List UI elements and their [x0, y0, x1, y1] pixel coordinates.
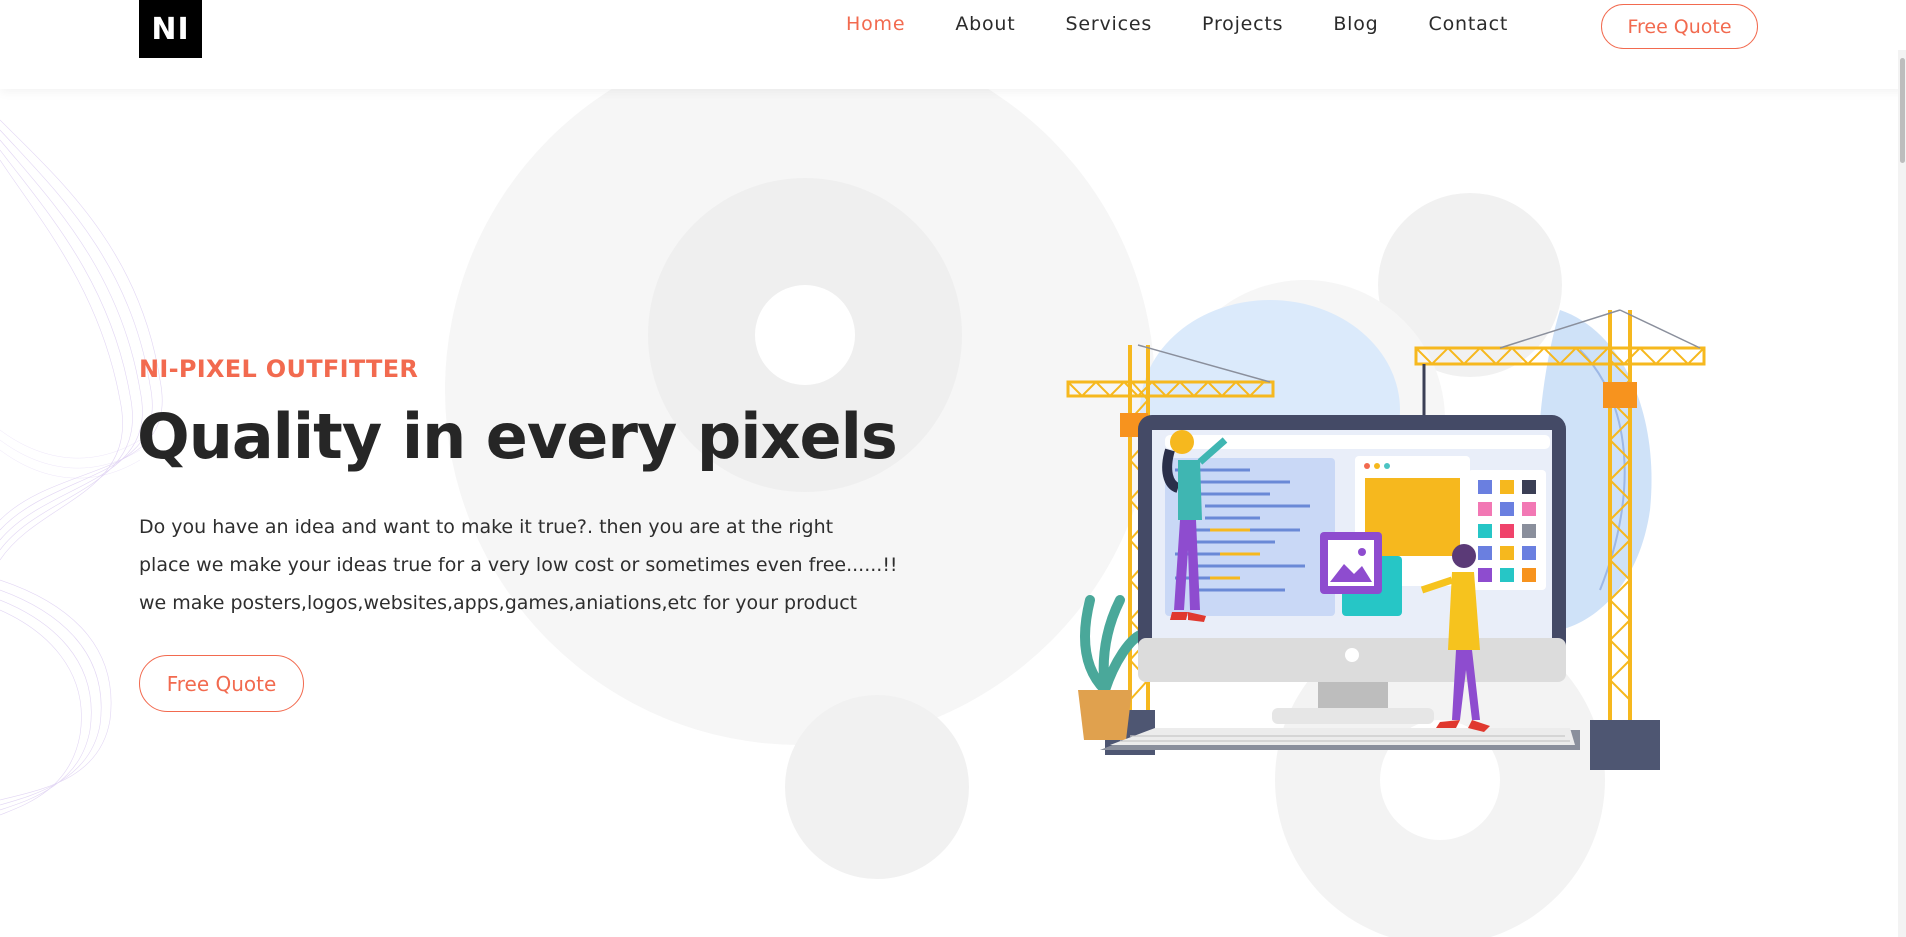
page-scrollbar[interactable] [1898, 50, 1906, 937]
hero-description-line: place we make your ideas true for a very… [139, 554, 898, 576]
nav-blog[interactable]: Blog [1333, 13, 1378, 35]
hero-free-quote-button[interactable]: Free Quote [139, 655, 304, 712]
nav-contact[interactable]: Contact [1429, 13, 1509, 35]
nav-projects[interactable]: Projects [1202, 13, 1283, 35]
construction-illustration [1066, 300, 1706, 770]
nav-home[interactable]: Home [846, 13, 905, 35]
main-nav: Home About Services Projects Blog Contac… [846, 13, 1558, 35]
site-header: NI Home About Services Projects Blog Con… [0, 0, 1906, 89]
nav-about[interactable]: About [955, 13, 1015, 35]
nav-services[interactable]: Services [1066, 13, 1153, 35]
header-free-quote-button[interactable]: Free Quote [1601, 4, 1758, 49]
hero-description: Do you have an idea and want to make it … [139, 508, 899, 622]
hero-description-line: we make posters,logos,websites,apps,game… [139, 592, 858, 614]
scrollbar-thumb[interactable] [1900, 58, 1905, 163]
hero-headline: Quality in every pixels [137, 400, 898, 473]
site-logo[interactable]: NI [139, 0, 202, 58]
hero-description-line: Do you have an idea and want to make it … [139, 516, 834, 538]
hero-eyebrow: NI-PIXEL OUTFITTER [139, 355, 419, 383]
